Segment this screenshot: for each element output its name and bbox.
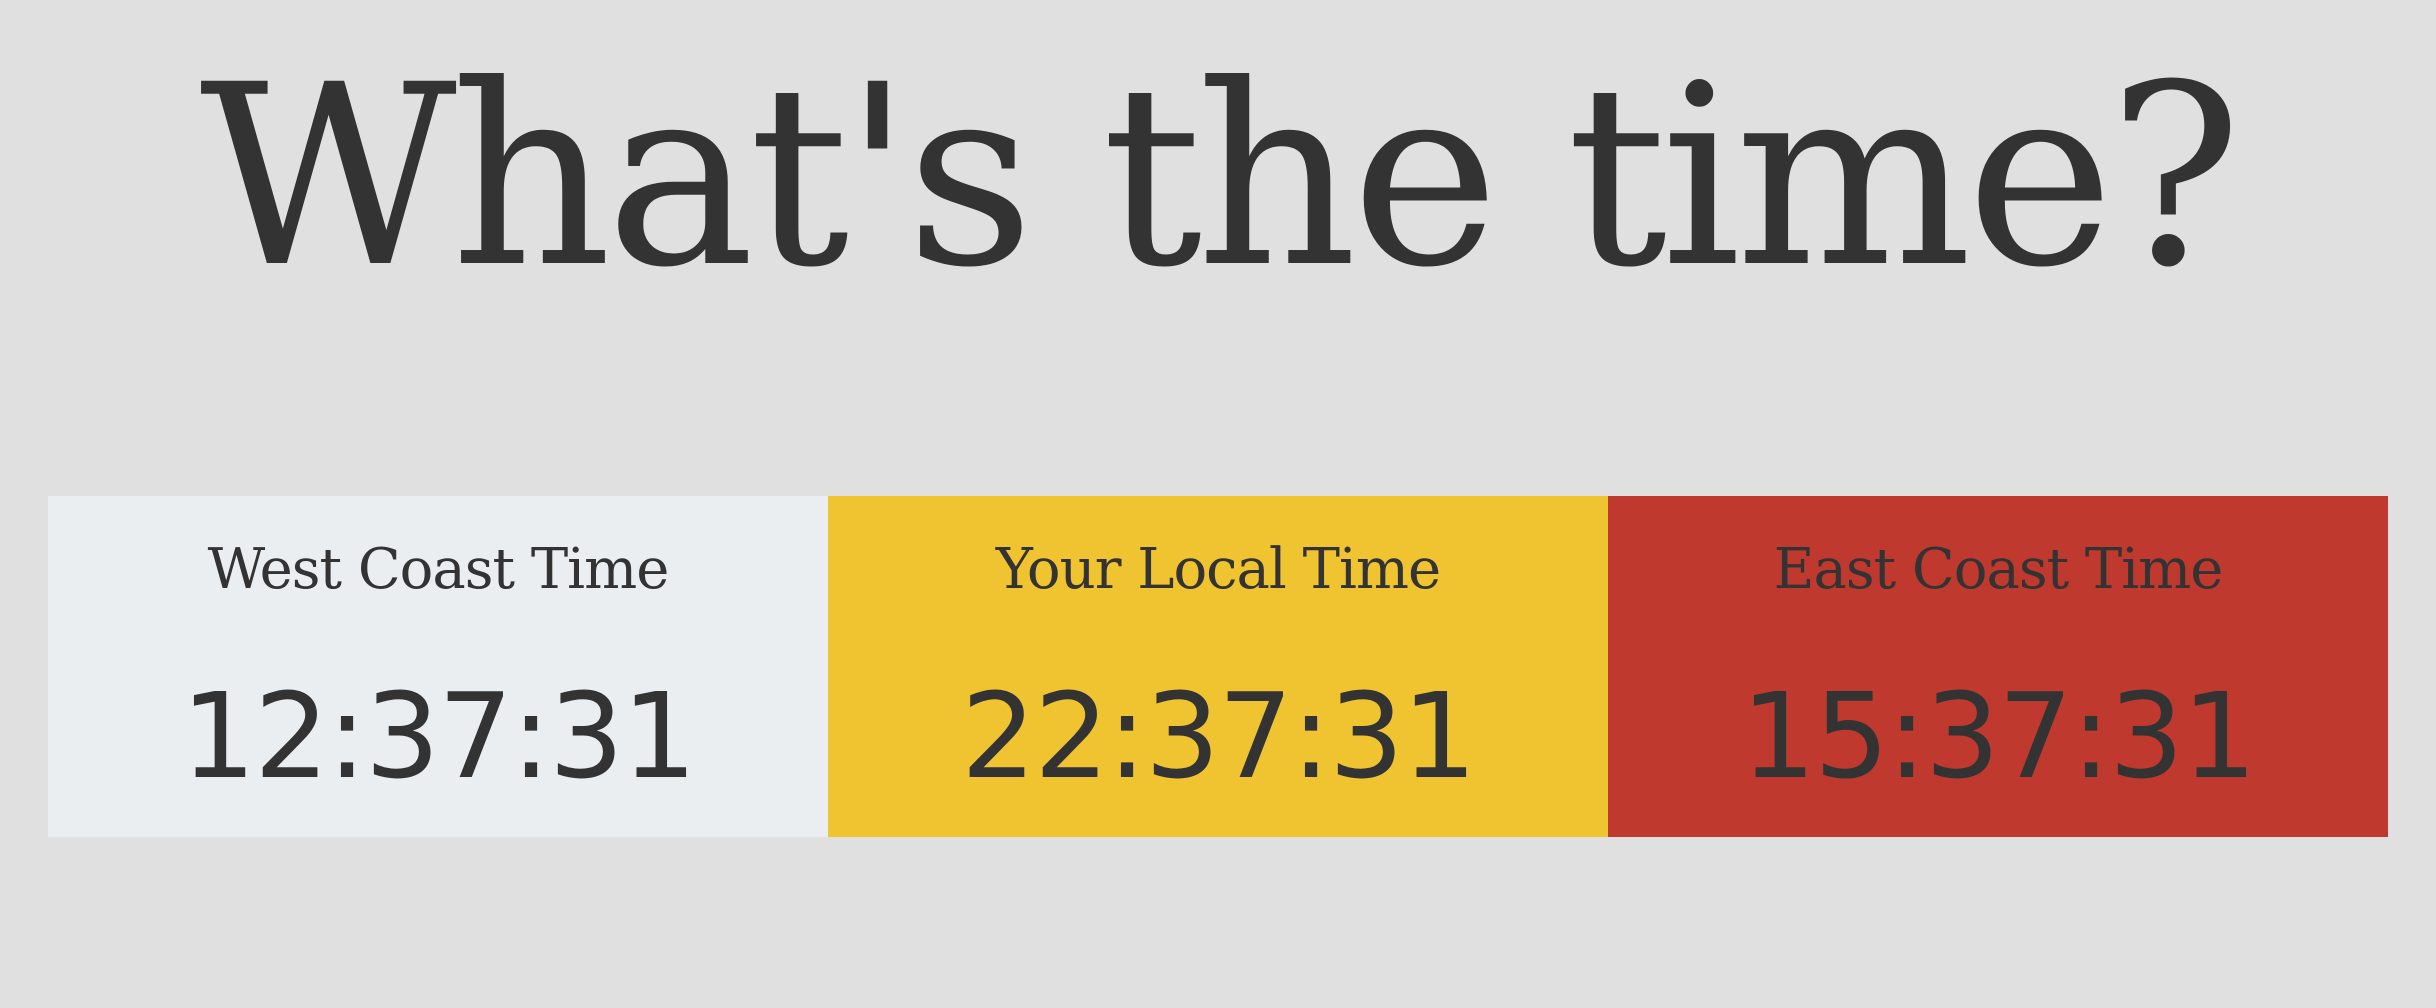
clock-panels: West Coast Time 12:37:31 Your Local Time… — [48, 496, 2388, 837]
clock-time-west-coast: 12:37:31 — [181, 667, 697, 805]
page-title: What's the time? — [199, 31, 2242, 322]
clock-panel-east-coast: East Coast Time 15:37:31 — [1608, 496, 2388, 837]
clock-panel-west-coast: West Coast Time 12:37:31 — [48, 496, 828, 837]
clock-time-local: 22:37:31 — [961, 667, 1477, 805]
clock-label-west-coast: West Coast Time — [207, 537, 670, 602]
clock-label-local: Your Local Time — [995, 537, 1441, 602]
clock-panel-local: Your Local Time 22:37:31 — [828, 496, 1608, 837]
clock-label-east-coast: East Coast Time — [1773, 537, 2224, 602]
clock-time-east-coast: 15:37:31 — [1741, 667, 2257, 805]
